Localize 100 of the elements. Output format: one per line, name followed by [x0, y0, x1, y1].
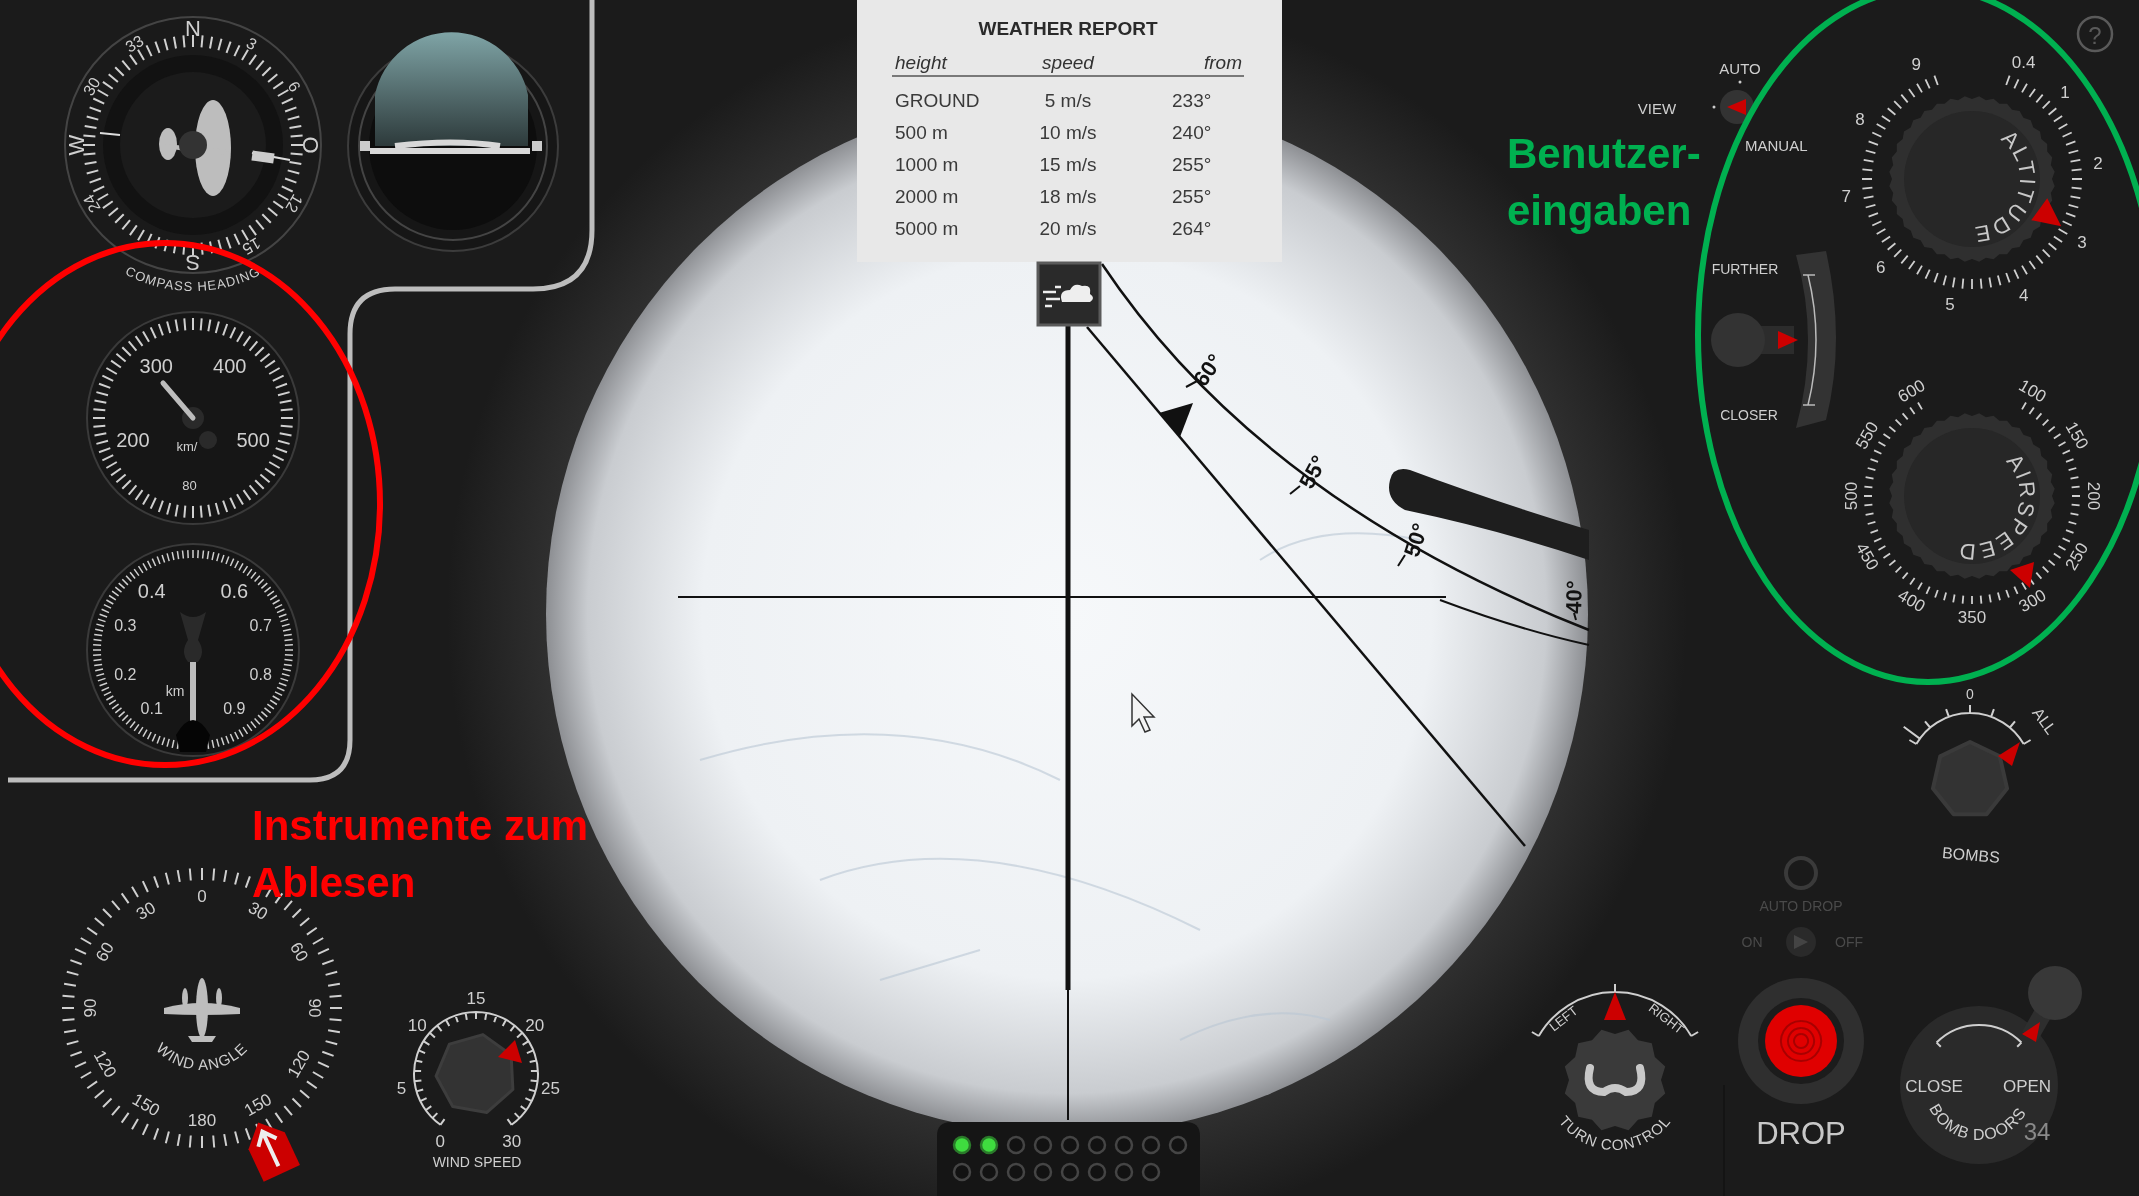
cursor-icon	[1131, 692, 1156, 733]
gauge-label: 0.6	[220, 580, 249, 602]
table-cell: 240°	[1172, 121, 1212, 143]
table-cell: 233°	[1172, 89, 1212, 111]
range-slider-thumb[interactable]	[1711, 313, 1798, 367]
table-cell: 255°	[1172, 185, 1212, 207]
dial-label: 5	[396, 1079, 407, 1099]
column-header: height	[895, 51, 947, 73]
dial-label: 0.4	[2011, 53, 2036, 73]
gauge-label: 200	[116, 428, 150, 451]
compass-label: 12	[282, 191, 307, 216]
table-cell: 5000 m	[895, 217, 959, 239]
help-button[interactable]	[2076, 15, 2114, 53]
dial-label: 450	[1851, 539, 1883, 574]
airspeed-knob[interactable]	[1889, 413, 2055, 579]
gauge-label: 0.9	[223, 700, 246, 718]
pointer-icon	[2010, 562, 2034, 588]
unit-label: km/	[176, 438, 198, 454]
table-cell: 10 m/s	[1039, 121, 1097, 143]
dial-label: 15	[466, 988, 486, 1008]
dial-label: 8	[1855, 109, 1865, 129]
airplane-icon	[164, 978, 240, 1042]
dial-label: 0	[435, 1131, 446, 1151]
gauge-label: 0.8	[249, 666, 272, 684]
drift-marker	[1159, 403, 1193, 437]
dial-label: 6	[1875, 257, 1886, 277]
range-slider-track[interactable]	[1796, 251, 1836, 428]
view-label: VIEW	[1637, 99, 1677, 117]
dial-label: 500	[1841, 481, 1861, 511]
gauge-label: 0.7	[249, 616, 272, 634]
pointer-icon	[1998, 742, 2020, 766]
dial-label: 10	[407, 1016, 427, 1036]
dial-label: 1	[2060, 82, 2070, 102]
gauge-label: 0.2	[114, 666, 137, 684]
scale-label: CLOSE	[1905, 1076, 1963, 1096]
dial-label: 30	[502, 1131, 522, 1151]
dial-label: 600	[1894, 375, 1929, 407]
dial-label: 150	[128, 1089, 164, 1121]
altitude-knob[interactable]	[1889, 96, 2055, 262]
compass-label: 33	[122, 31, 147, 56]
compass-label: 3	[243, 34, 260, 54]
dial-label: 120	[283, 1046, 315, 1082]
dial-label: 100	[2015, 375, 2050, 407]
panel-title: WEATHER REPORT	[978, 17, 1158, 39]
table-cell: 264°	[1172, 217, 1212, 239]
airplane-icon	[159, 100, 231, 196]
auto-drop-toggle[interactable]	[1786, 927, 1816, 957]
drop-button[interactable]	[1738, 978, 1864, 1104]
gauge-label: 0.3	[114, 616, 137, 634]
drop-label: DROP	[1756, 1115, 1846, 1151]
table-cell: 20 m/s	[1039, 217, 1097, 239]
gauge-label: 400	[213, 354, 247, 377]
annotation-text: Benutzer-	[1507, 130, 1701, 177]
dial-label: 0	[1966, 686, 1974, 702]
unit-label: km	[165, 683, 185, 699]
gauge-needle	[160, 380, 217, 449]
dial-label: 7	[1841, 187, 1851, 207]
dial-label: 200	[2083, 481, 2103, 511]
annotation-text: eingaben	[1507, 187, 1692, 234]
bombs-caption: BOMBS	[1941, 844, 2001, 866]
dial-label: 25	[541, 1079, 560, 1099]
dial-label: 550	[1851, 418, 1883, 453]
dial-label: 4	[2018, 285, 2029, 305]
dial-label: 90	[80, 998, 100, 1018]
compass-label: O	[297, 136, 323, 154]
dial-label: 2	[2093, 154, 2103, 173]
dial-label: 9	[1911, 55, 1922, 75]
dial-label: 30	[245, 898, 271, 924]
dial-label: 3	[2077, 233, 2087, 252]
compass-label: 15	[239, 234, 264, 259]
dial-label: 60	[286, 939, 312, 965]
pointer-icon	[2022, 1022, 2040, 1042]
dial-label: 250	[2061, 539, 2093, 574]
dial-label: ALL	[2029, 704, 2060, 738]
column-header: speed	[1042, 51, 1094, 73]
compass-label: 6	[284, 78, 304, 95]
dial-label: 120	[89, 1046, 121, 1082]
dial-label: 5	[1945, 294, 1955, 314]
dial-label: 60	[92, 939, 118, 965]
angle-label: 60°	[1188, 349, 1228, 391]
wind-speed-knob[interactable]	[434, 1033, 515, 1114]
status-lamp	[1784, 856, 1818, 890]
dial-label: 30	[133, 898, 159, 924]
table-cell: 18 m/s	[1039, 185, 1097, 207]
dial-label: 350	[1957, 607, 1987, 627]
help-icon: ?	[2088, 21, 2102, 49]
gauge-label: 0.1	[140, 700, 163, 718]
pointer-icon	[1604, 992, 1626, 1020]
table-cell: 2000 m	[895, 185, 959, 207]
wind-speed-caption: WIND SPEED	[432, 1154, 522, 1170]
compass-label: 24	[79, 191, 104, 216]
view-option: AUTO	[1719, 59, 1761, 77]
gauge-label: 300	[139, 354, 173, 377]
gauge-label: 80	[182, 478, 197, 494]
dial-label: 0	[197, 886, 207, 906]
dial-label: 300	[2015, 585, 2050, 617]
dial-label: 150	[240, 1089, 276, 1121]
table-cell: 255°	[1172, 153, 1212, 175]
table-cell: 15 m/s	[1039, 153, 1097, 175]
wind-cloud-icon[interactable]	[1036, 261, 1102, 327]
